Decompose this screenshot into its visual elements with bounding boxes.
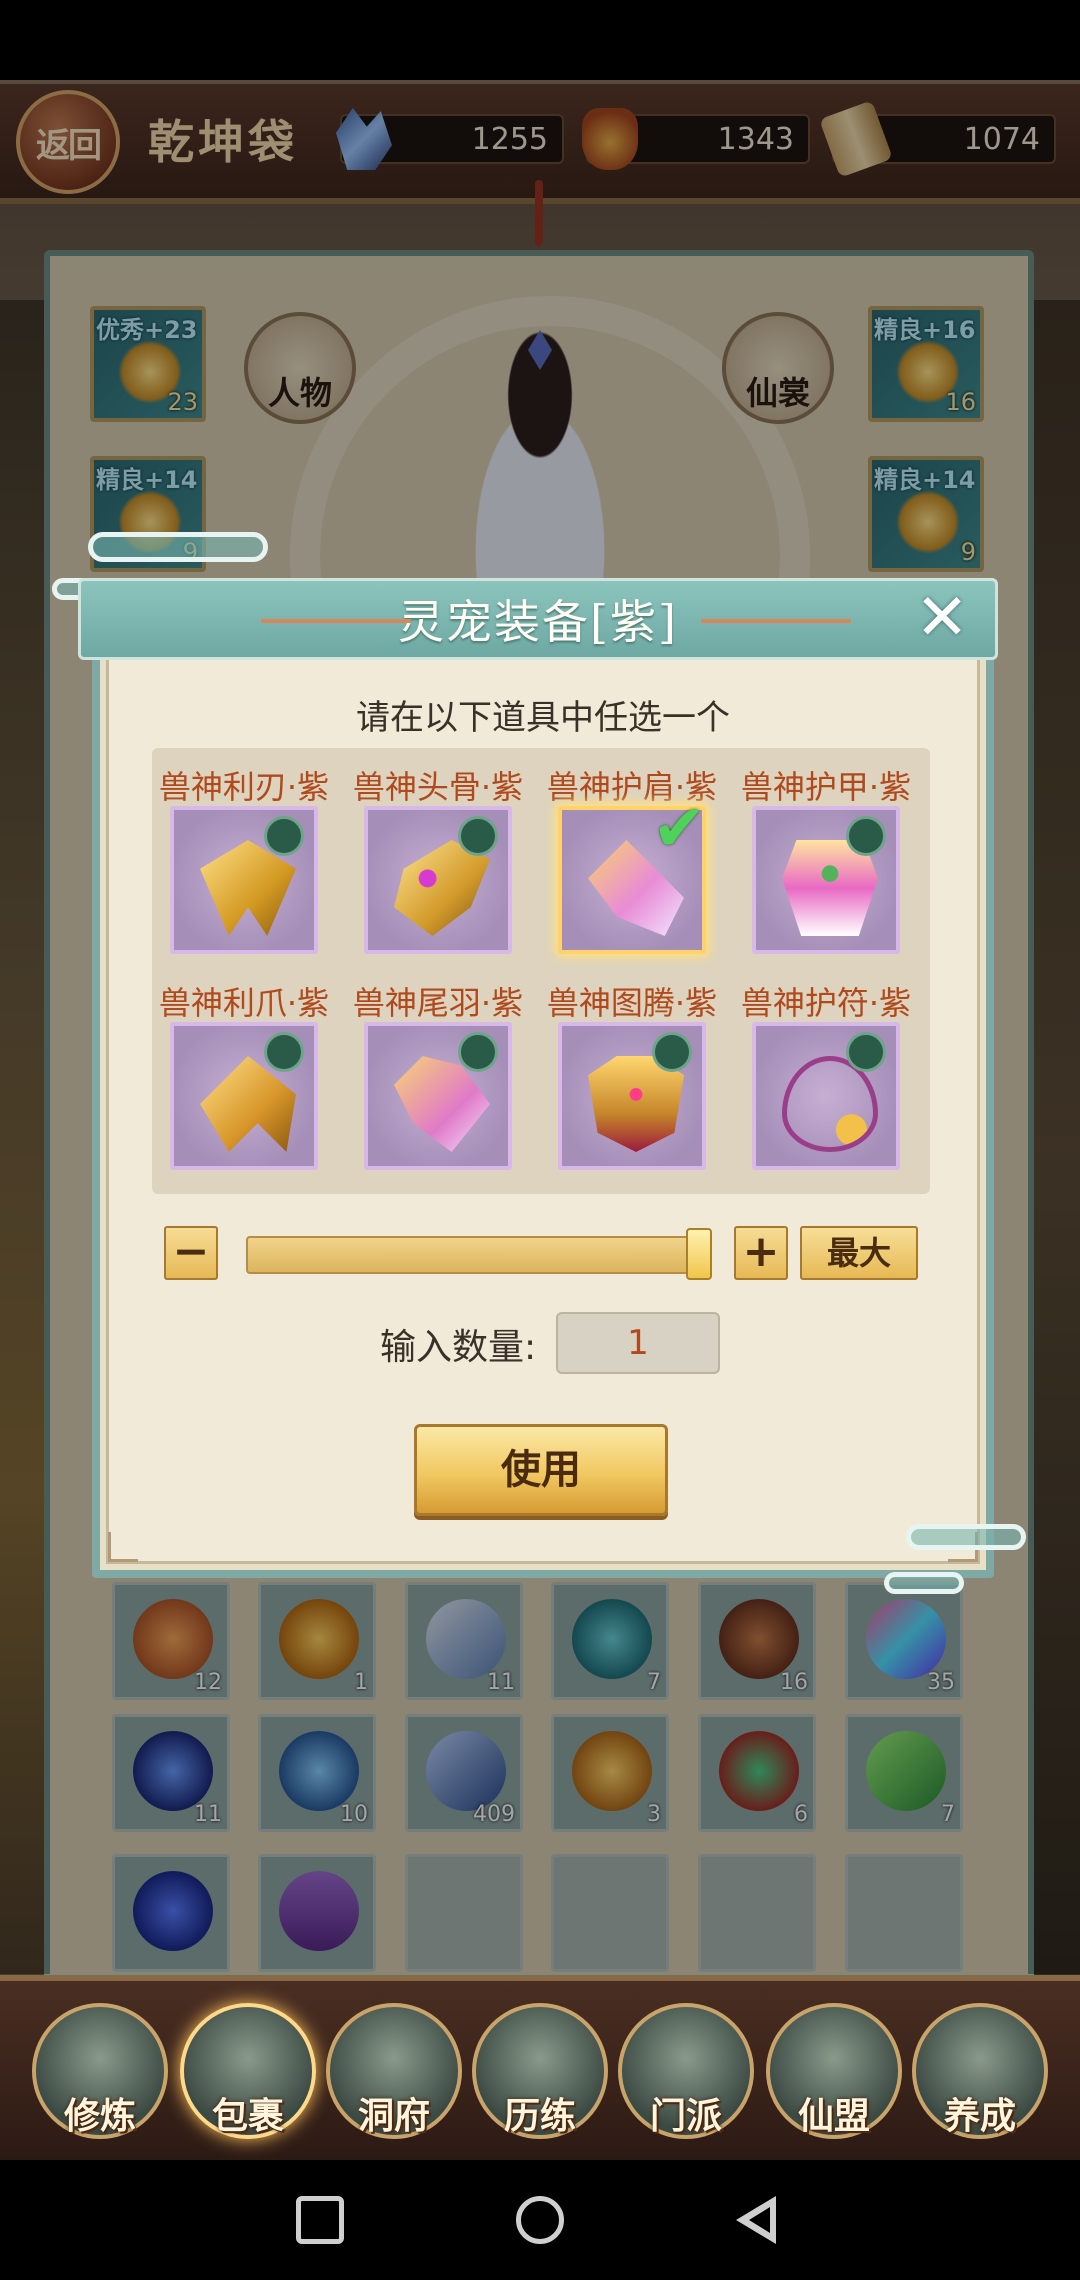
decrease-button[interactable]: − (164, 1226, 218, 1280)
item-name-label: 兽神利爪·紫 (158, 984, 330, 1022)
cloud-decor (88, 532, 268, 562)
nav-develop[interactable]: 养成 (912, 2003, 1048, 2139)
item-option-card[interactable] (752, 1022, 900, 1170)
use-button[interactable]: 使用 (414, 1424, 668, 1516)
back-nav-icon-inner (749, 2207, 770, 2233)
header-ornament (261, 619, 411, 623)
dialog-title: 灵宠装备[紫] (398, 595, 678, 649)
recent-apps-icon[interactable] (296, 2196, 344, 2244)
item-name-label: 兽神图腾·紫 (546, 984, 718, 1022)
item-option-card[interactable] (364, 806, 512, 954)
nav-label: 历练 (503, 2095, 576, 2137)
item-option-card[interactable]: ✔ (558, 792, 706, 954)
quantity-slider[interactable] (246, 1236, 712, 1274)
nav-label: 仙盟 (797, 2095, 870, 2137)
nav-adventure[interactable]: 历练 (472, 2003, 608, 2139)
item-name-label: 兽神护符·紫 (740, 984, 912, 1022)
nav-label: 包裹 (211, 2095, 284, 2137)
nav-alliance[interactable]: 仙盟 (766, 2003, 902, 2139)
plus-icon: + (742, 1226, 780, 1277)
close-button[interactable]: ✕ (908, 586, 976, 652)
quantity-input[interactable]: 1 (556, 1312, 720, 1374)
select-indicator-icon[interactable] (846, 1032, 886, 1072)
select-indicator-icon[interactable] (846, 816, 886, 856)
item-name-label: 兽神护甲·紫 (740, 768, 912, 806)
quantity-label: 输入数量: (380, 1327, 537, 1368)
increase-button[interactable]: + (734, 1226, 788, 1280)
dialog-header: 灵宠装备[紫] (78, 578, 998, 660)
nav-sect[interactable]: 门派 (618, 2003, 754, 2139)
max-button[interactable]: 最大 (800, 1226, 918, 1280)
item-option-card[interactable] (170, 806, 318, 954)
minus-icon: − (172, 1226, 210, 1277)
nav-label: 洞府 (357, 2095, 430, 2137)
item-option-card[interactable] (558, 1022, 706, 1170)
item-option-card[interactable] (170, 1022, 318, 1170)
select-indicator-icon[interactable] (264, 1032, 304, 1072)
select-indicator-icon[interactable] (652, 1032, 692, 1072)
quantity-value: 1 (627, 1323, 649, 1363)
nav-cave[interactable]: 洞府 (326, 2003, 462, 2139)
item-name-label: 兽神利刃·紫 (158, 768, 330, 806)
checkmark-icon: ✔ (652, 792, 706, 866)
slider-handle[interactable] (686, 1228, 712, 1280)
select-indicator-icon[interactable] (264, 816, 304, 856)
cloud-decor (884, 1572, 964, 1594)
nav-label: 修炼 (63, 2095, 136, 2137)
select-indicator-icon[interactable] (458, 816, 498, 856)
home-icon[interactable] (516, 2196, 564, 2244)
nav-label: 养成 (943, 2095, 1016, 2137)
corner-decor (108, 1532, 138, 1562)
max-button-label: 最大 (826, 1234, 891, 1272)
status-bar (0, 0, 1080, 80)
close-icon: ✕ (915, 581, 969, 655)
nav-cultivate[interactable]: 修炼 (32, 2003, 168, 2139)
item-option-card[interactable] (752, 806, 900, 954)
nav-label: 门派 (649, 2095, 722, 2137)
dialog-prompt: 请在以下道具中任选一个 (356, 698, 730, 738)
use-button-label: 使用 (501, 1447, 581, 1493)
item-name-label: 兽神尾羽·紫 (352, 984, 524, 1022)
header-ornament (701, 619, 851, 623)
cloud-decor (906, 1524, 1026, 1550)
item-option-card[interactable] (364, 1022, 512, 1170)
item-name-label: 兽神头骨·紫 (352, 768, 524, 806)
nav-inventory[interactable]: 包裹 (180, 2003, 316, 2139)
select-indicator-icon[interactable] (458, 1032, 498, 1072)
